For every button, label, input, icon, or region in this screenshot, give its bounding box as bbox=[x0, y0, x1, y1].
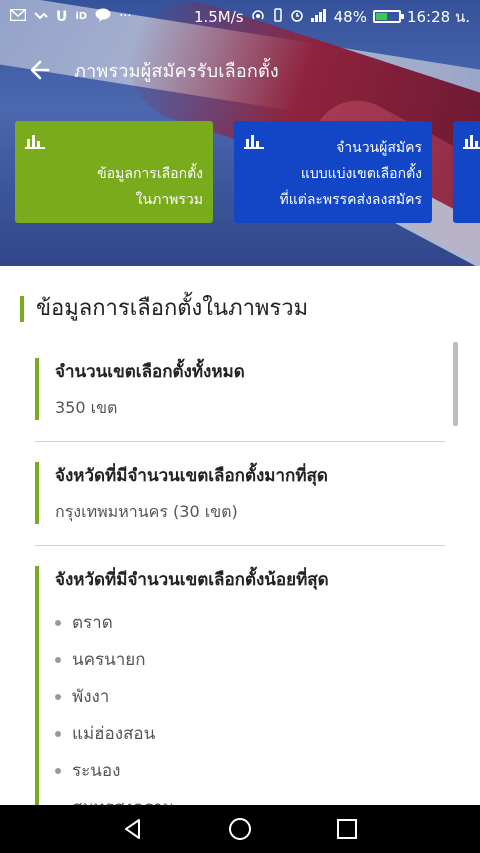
section-title: ข้อมูลการเลือกตั้งในภาพรวม bbox=[20, 296, 308, 322]
list-item: แม่ฮ่องสอน bbox=[55, 715, 174, 752]
province-name: ระนอง bbox=[72, 761, 121, 781]
province-name: นครนายก bbox=[72, 650, 146, 670]
list-item: สมุทรสงคราม bbox=[55, 789, 174, 805]
item-accent-bar bbox=[35, 462, 39, 524]
bar-chart-icon bbox=[463, 133, 480, 153]
system-nav-bar bbox=[0, 805, 480, 853]
notification-icons: U iD ··· bbox=[9, 8, 132, 26]
card-candidates-by-party[interactable]: จำนวนผู้สมัคร แบบแบ่งเขตเลือกตั้ง ที่แต่… bbox=[234, 121, 432, 223]
item-value: 350 เขต bbox=[55, 398, 118, 417]
back-arrow-icon bbox=[30, 60, 50, 80]
bullet-icon bbox=[55, 619, 61, 626]
info-item-fewest-districts: จังหวัดที่มีจำนวนเขตเลือกตั้งน้อยที่สุด … bbox=[35, 566, 445, 805]
divider bbox=[35, 545, 445, 546]
clock: 16:28 น. bbox=[406, 7, 470, 26]
nav-home-button[interactable] bbox=[220, 809, 260, 849]
true-id-icon: iD bbox=[75, 11, 88, 22]
nav-recents-button[interactable] bbox=[327, 809, 367, 849]
item-value: กรุงเทพมหานคร (30 เขต) bbox=[55, 502, 238, 521]
card-label: ข้อมูลการเลือกตั้ง ในภาพรวม bbox=[97, 161, 203, 213]
u-icon: U bbox=[56, 8, 68, 25]
nav-back-button[interactable] bbox=[113, 809, 153, 849]
page-title: ภาพรวมผู้สมัครรับเลือกตั้ง bbox=[74, 60, 279, 82]
info-item-most-districts: จังหวัดที่มีจำนวนเขตเลือกตั้งมากที่สุด ก… bbox=[35, 462, 445, 524]
bullet-icon bbox=[55, 767, 61, 774]
bullet-icon bbox=[55, 693, 61, 700]
card-label-line2: แบบแบ่งเขตเลือกตั้ง bbox=[300, 166, 422, 182]
info-item-total-districts: จำนวนเขตเลือกตั้งทั้งหมด 350 เขต bbox=[35, 358, 445, 420]
card-label-line1: ข้อมูลการเลือกตั้ง bbox=[97, 166, 203, 182]
card-next-partial[interactable] bbox=[453, 121, 480, 223]
divider bbox=[35, 441, 445, 442]
bullet-icon bbox=[55, 656, 61, 663]
bar-chart-icon bbox=[244, 133, 264, 153]
line-icon bbox=[95, 8, 111, 26]
province-name: สมุทรสงคราม bbox=[72, 794, 174, 805]
signal-icon bbox=[310, 8, 328, 26]
province-name: พังงา bbox=[72, 687, 110, 707]
bar-chart-icon bbox=[25, 133, 45, 153]
battery-icon bbox=[372, 10, 404, 23]
list-item: ระนอง bbox=[55, 752, 174, 789]
province-name: แม่ฮ่องสอน bbox=[72, 724, 156, 744]
item-accent-bar bbox=[35, 566, 39, 805]
vibrate-icon bbox=[272, 7, 284, 26]
more-icon: ··· bbox=[119, 9, 132, 24]
card-label-line2: ในภาพรวม bbox=[135, 192, 203, 208]
back-triangle-icon bbox=[125, 819, 141, 839]
item-accent-bar bbox=[35, 358, 39, 420]
list-item: พังงา bbox=[55, 678, 174, 715]
hotspot-icon bbox=[250, 8, 266, 26]
item-label: จำนวนเขตเลือกตั้งทั้งหมด bbox=[55, 362, 245, 382]
list-item: ตราด bbox=[55, 604, 174, 641]
card-label-line3: ที่แต่ละพรรคส่งลงสมัคร bbox=[279, 192, 422, 208]
recents-square-icon bbox=[336, 819, 357, 839]
scrollbar[interactable] bbox=[453, 342, 458, 426]
home-circle-icon bbox=[228, 818, 251, 840]
app-bar: ภาพรวมผู้สมัครรับเลือกตั้ง bbox=[0, 50, 480, 90]
gmail-icon bbox=[9, 8, 27, 25]
network-speed: 1.5M/s bbox=[193, 7, 244, 26]
province-name: ตราด bbox=[72, 613, 113, 633]
card-election-overview[interactable]: ข้อมูลการเลือกตั้ง ในภาพรวม bbox=[15, 121, 213, 223]
item-label: จังหวัดที่มีจำนวนเขตเลือกตั้งน้อยที่สุด bbox=[55, 570, 329, 590]
card-label-line1: จำนวนผู้สมัคร bbox=[336, 140, 422, 156]
alarm-icon bbox=[290, 8, 304, 26]
item-label: จังหวัดที่มีจำนวนเขตเลือกตั้งมากที่สุด bbox=[55, 466, 328, 486]
status-bar: U iD ··· 1.5M/s 48% 16:28 น. bbox=[0, 0, 480, 33]
overview-content[interactable]: ข้อมูลการเลือกตั้งในภาพรวม จำนวนเขตเลือก… bbox=[0, 266, 480, 805]
system-status: 1.5M/s 48% 16:28 น. bbox=[194, 5, 470, 29]
missed-call-icon bbox=[34, 8, 48, 26]
province-list: ตราด นครนายก พังงา แม่ฮ่องสอน ระนอง สมุท… bbox=[55, 604, 174, 805]
back-button[interactable] bbox=[20, 50, 60, 90]
bullet-icon bbox=[55, 730, 61, 737]
category-cards: ข้อมูลการเลือกตั้ง ในภาพรวม จำนวนผู้สมัค… bbox=[15, 121, 480, 223]
list-item: นครนายก bbox=[55, 641, 174, 678]
card-label: จำนวนผู้สมัคร แบบแบ่งเขตเลือกตั้ง ที่แต่… bbox=[279, 135, 422, 213]
battery-percent: 48% bbox=[333, 7, 367, 26]
